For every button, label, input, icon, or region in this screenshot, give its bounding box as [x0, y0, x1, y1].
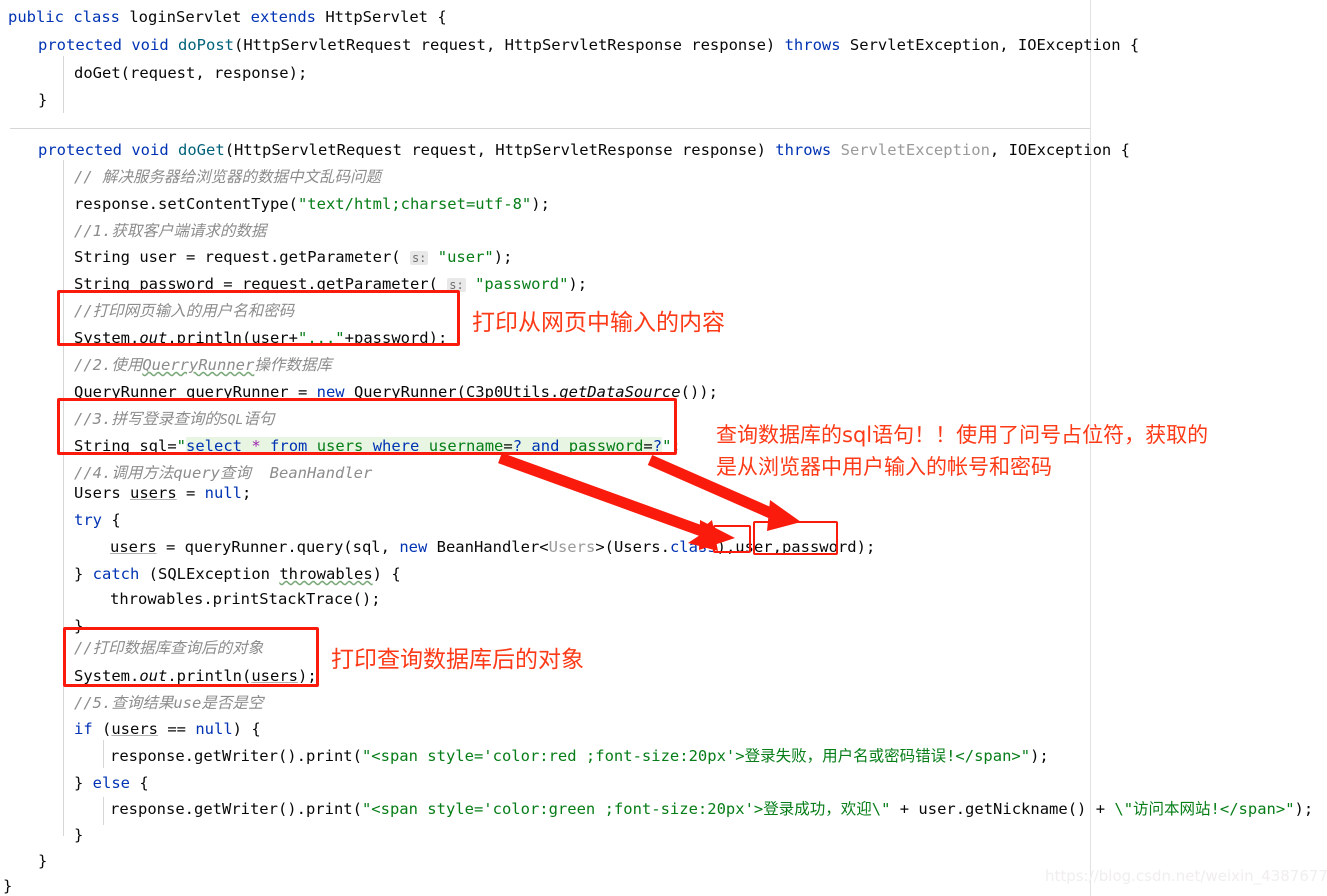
code-line[interactable]: throwables.printStackTrace();: [110, 585, 381, 613]
param-hint-badge: s:: [447, 278, 466, 292]
code-line[interactable]: public class loginServlet extends HttpSe…: [8, 3, 447, 31]
code-line-comment[interactable]: //5.查询结果use是否是空: [74, 689, 263, 717]
code-line-comment[interactable]: //3.拼写登录查询的SQL语句: [74, 405, 274, 433]
code-line[interactable]: }: [3, 872, 12, 896]
code-line[interactable]: }: [38, 847, 47, 875]
code-line-comment[interactable]: //2.使用QuerryRunner操作数据库: [74, 351, 332, 379]
code-line[interactable]: response.getWriter().print("<span style=…: [110, 795, 1313, 823]
code-line[interactable]: response.getWriter().print("<span style=…: [110, 742, 1049, 770]
code-line[interactable]: QueryRunner queryRunner = new QueryRunne…: [74, 378, 718, 406]
param-hint-badge: s:: [409, 251, 429, 265]
code-line[interactable]: String password = request.getParameter( …: [74, 270, 587, 298]
watermark: https://blog.csdn.net/weixin_43876778: [1045, 867, 1327, 885]
code-line[interactable]: doGet(request, response);: [74, 59, 307, 87]
code-line-comment[interactable]: //打印数据库查询后的对象: [74, 634, 263, 662]
code-line[interactable]: } else {: [74, 769, 149, 797]
code-line-comment[interactable]: //1.获取客户端请求的数据: [74, 217, 266, 245]
code-line[interactable]: users = queryRunner.query(sql, new BeanH…: [110, 533, 875, 561]
code-line[interactable]: try {: [74, 506, 121, 534]
code-line[interactable]: System.out.println(user+"..."+password);: [74, 324, 447, 352]
code-line[interactable]: protected void doGet(HttpServletRequest …: [38, 136, 1130, 164]
code-line-comment[interactable]: // 解决服务器给浏览器的数据中文乱码问题: [74, 163, 381, 191]
code-line[interactable]: }: [74, 821, 83, 849]
code-line[interactable]: System.out.println(users);: [74, 662, 317, 690]
code-line[interactable]: }: [38, 86, 47, 114]
code-line[interactable]: protected void doPost(HttpServletRequest…: [38, 31, 1139, 59]
screenshot-root: public class loginServlet extends HttpSe…: [0, 0, 1327, 896]
code-line[interactable]: String user = request.getParameter( s: "…: [74, 243, 512, 271]
code-line-sql[interactable]: String sql="select * from users where us…: [74, 432, 681, 460]
code-line[interactable]: Users users = null;: [74, 479, 251, 507]
code-editor[interactable]: public class loginServlet extends HttpSe…: [0, 0, 1327, 896]
code-line-comment[interactable]: //打印网页输入的用户名和密码: [74, 297, 294, 325]
code-line[interactable]: if (users == null) {: [74, 715, 261, 743]
code-line[interactable]: response.setContentType("text/html;chars…: [74, 190, 550, 218]
